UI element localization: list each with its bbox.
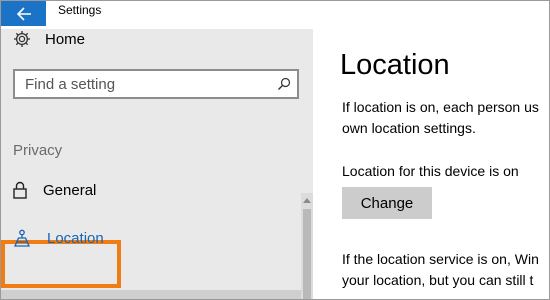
app-title: Settings <box>58 3 102 17</box>
title-bar: Settings <box>1 1 549 29</box>
scrollbar-thumb[interactable] <box>303 209 311 299</box>
settings-window: Settings Home Privacy <box>0 0 550 300</box>
sidebar-item-label: General <box>43 181 97 199</box>
search-input[interactable] <box>25 75 265 93</box>
sidebar-item-location[interactable]: Location <box>13 227 104 249</box>
description-line: If the location service is on, Win <box>342 251 539 267</box>
home-label: Home <box>45 30 86 48</box>
location-service-description: If the location service is on, Win your … <box>342 249 539 291</box>
location-status-text: Location for this device is on <box>342 163 519 179</box>
sidebar-scrollbar[interactable] <box>301 193 313 299</box>
selected-item-background <box>1 290 301 299</box>
location-description: If location is on, each person us own lo… <box>342 97 549 139</box>
description-line: your location, but you can still t <box>342 272 534 288</box>
sidebar-item-label: Location <box>47 229 104 247</box>
page-title: Location <box>340 49 450 81</box>
home-nav-item[interactable]: Home <box>13 29 85 49</box>
sidebar-item-general[interactable]: General <box>13 179 96 201</box>
description-line: If location is on, each person us <box>342 99 539 115</box>
back-button[interactable] <box>1 1 46 26</box>
search-box[interactable] <box>13 69 299 99</box>
description-line: own location settings. <box>342 120 476 136</box>
lock-icon <box>13 181 27 199</box>
scroll-up-button[interactable] <box>301 193 313 207</box>
chevron-up-icon <box>303 198 311 203</box>
section-header-privacy: Privacy <box>13 142 63 159</box>
location-icon <box>14 229 30 247</box>
search-icon[interactable] <box>277 77 291 91</box>
change-button[interactable]: Change <box>342 187 432 219</box>
back-arrow-icon <box>16 6 31 21</box>
gear-icon <box>14 31 30 47</box>
